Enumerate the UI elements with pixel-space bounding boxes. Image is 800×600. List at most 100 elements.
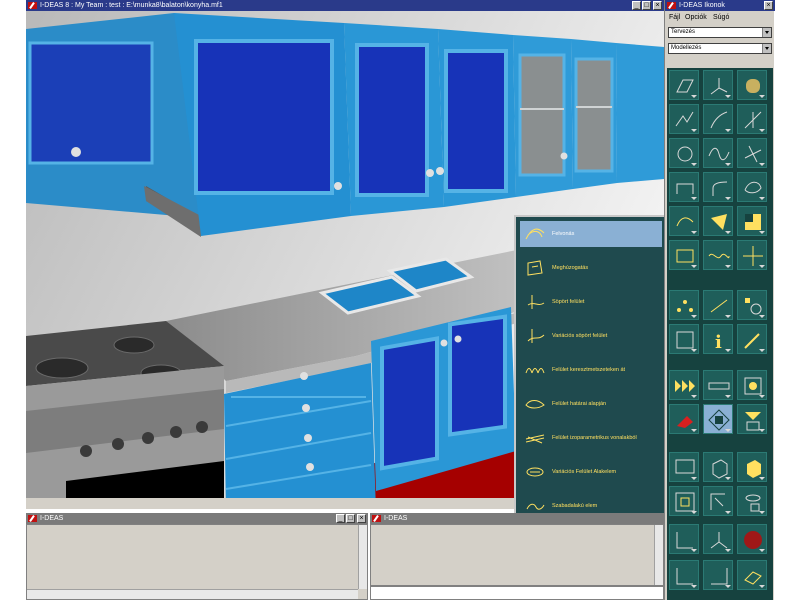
points-tool[interactable] [669,290,699,320]
rectangle-tool[interactable] [669,240,699,270]
flyout-item-loft[interactable]: Felvonás [520,221,662,247]
prompt-horizontal-scrollbar[interactable] [27,589,358,599]
icons-panel-close-button[interactable]: × [764,1,773,10]
boundary-surface-icon [525,400,545,409]
eye-grid-icon [745,494,761,512]
close-button[interactable]: × [653,1,662,10]
workplane-icon [744,571,762,585]
main-window-titlebar[interactable]: I-DEAS 8 : My Team : test : E:\munka8\ba… [26,0,664,11]
line-tool[interactable] [703,104,733,134]
front-view-tool[interactable] [669,524,699,554]
wave-tool[interactable] [703,240,733,270]
spline-tool[interactable] [703,138,733,168]
flyout-item-through-sections[interactable]: Felület keresztmetszeteken át [520,357,662,383]
prompt-vertical-scrollbar[interactable] [358,525,367,589]
measure-tool[interactable] [703,290,733,320]
appearance-tool[interactable] [737,70,767,100]
svg-text:i: i [715,332,722,352]
polyline-tool[interactable] [669,104,699,134]
wireframe-tool[interactable] [703,452,733,482]
shaded-cube-icon [747,460,761,478]
patch-tool[interactable] [703,206,733,236]
fast-forward-tool[interactable] [669,370,699,400]
delete-tool[interactable] [669,404,699,434]
minimize-button[interactable]: _ [632,1,641,10]
curve-tool[interactable] [737,172,767,202]
flyout-item-variational-feature[interactable]: Variációs Felület Alakelem [520,459,662,485]
trim-tool[interactable] [669,172,699,202]
prompt-close-button[interactable]: × [357,514,366,523]
shaded-tool[interactable] [737,452,767,482]
prompt-window: I-DEAS _ □ × [26,513,368,600]
menu-options[interactable]: Opciók [685,14,707,21]
mode-select[interactable]: Modellezés [668,43,772,54]
prompt-minimize-button[interactable]: _ [336,514,345,523]
side-view-icon [711,568,728,585]
frame-tool[interactable] [669,324,699,354]
pan-icon [710,493,725,510]
top-view-tool[interactable] [669,560,699,590]
flyout-item-isoparametric[interactable]: Felület izoparametrikus vonalakból [520,425,662,451]
face-icon [745,214,761,230]
cross-tool[interactable] [737,240,767,270]
flyout-item-swept-surface[interactable]: Söpört felület [520,289,662,315]
list-vertical-scrollbar[interactable] [654,525,663,585]
list-text-area[interactable] [370,524,664,586]
dimensions-tool[interactable] [737,290,767,320]
circle-tool[interactable] [669,138,699,168]
iso-view-icon [710,532,728,549]
menu-file[interactable]: Fájl [669,14,680,21]
info-icon: i [715,332,722,352]
bin-tool[interactable] [737,404,767,434]
workplane-axes-icon [710,78,728,95]
stop-tool[interactable] [737,524,767,554]
line-icon [710,111,728,129]
icons-panel-title: I-DEAS Ikonok [679,2,725,9]
zoom-window-icon [675,492,695,512]
flyout-item-boundary-surface[interactable]: Felület határai alapján [520,391,662,417]
surface-tool[interactable] [669,206,699,236]
icons-panel-titlebar[interactable]: I-DEAS Ikonok × [665,0,775,11]
command-input[interactable] [370,586,664,600]
crosshair-icon [743,246,763,266]
menu-help[interactable]: Súgó [713,14,729,21]
sketch-in-place-tool[interactable] [669,70,699,100]
ideas-logo-icon [28,2,37,9]
task-select[interactable]: Tervezés [668,27,772,38]
appearance-icon [746,79,760,93]
maximize-button[interactable]: □ [642,1,651,10]
swept-surface-icon [527,295,545,309]
prompt-maximize-button[interactable]: □ [346,514,355,523]
properties-tool[interactable] [703,404,733,434]
edit-tool[interactable] [737,324,767,354]
display-tool[interactable] [669,452,699,482]
intersect-tool[interactable] [737,138,767,168]
ruler-tool[interactable] [703,370,733,400]
isoparametric-surface-icon [525,434,545,444]
workplane-tool[interactable] [737,560,767,590]
flyout-item-variational-sweep[interactable]: Variációs söpört felület [520,323,662,349]
coordinate-system-tool[interactable] [703,70,733,100]
view-tool[interactable] [737,370,767,400]
info-tool[interactable]: i [703,324,733,354]
fillet-tool[interactable] [703,172,733,202]
rotate-view-tool[interactable] [737,486,767,516]
list-window-titlebar[interactable]: I-DEAS [370,513,664,524]
sweep-surface-icon [527,260,543,276]
variational-sweep-icon [527,329,545,343]
frame-icon [676,331,694,349]
side-view-tool[interactable] [703,560,733,590]
list-window-title: I-DEAS [384,515,408,522]
prompt-window-titlebar[interactable]: I-DEAS _ □ × [26,513,368,524]
zoom-tool[interactable] [669,486,699,516]
variational-surface-feature-icon [526,467,544,477]
lines-tool[interactable] [737,104,767,134]
ruler-icon [708,382,730,390]
ideas-logo-icon [372,515,381,522]
face-tool[interactable] [737,206,767,236]
sketch-plane-icon [676,79,694,93]
iso-view-tool[interactable] [703,524,733,554]
flyout-item-sweep[interactable]: Meghúzogatás [520,255,662,281]
circle-icon [677,146,693,162]
pan-tool[interactable] [703,486,733,516]
